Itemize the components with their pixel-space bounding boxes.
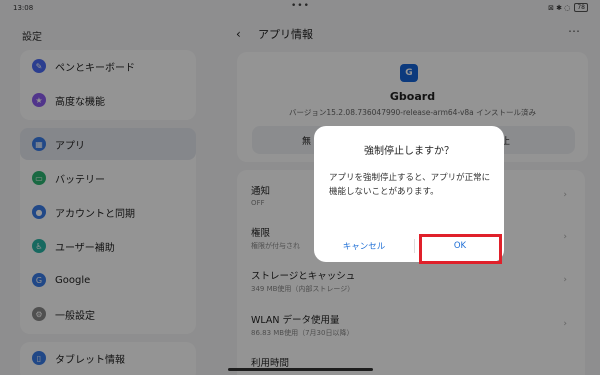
dialog-title: 強制停止しますか？ [364,146,454,157]
dialog-message: アプリを強制停止すると、アプリが正常に機能しないことがあります。 [329,173,491,197]
cancel-button[interactable]: キャンセル [314,234,414,258]
button-divider [414,239,415,253]
modal-overlay[interactable] [0,0,600,375]
ok-button-highlight [419,234,502,264]
